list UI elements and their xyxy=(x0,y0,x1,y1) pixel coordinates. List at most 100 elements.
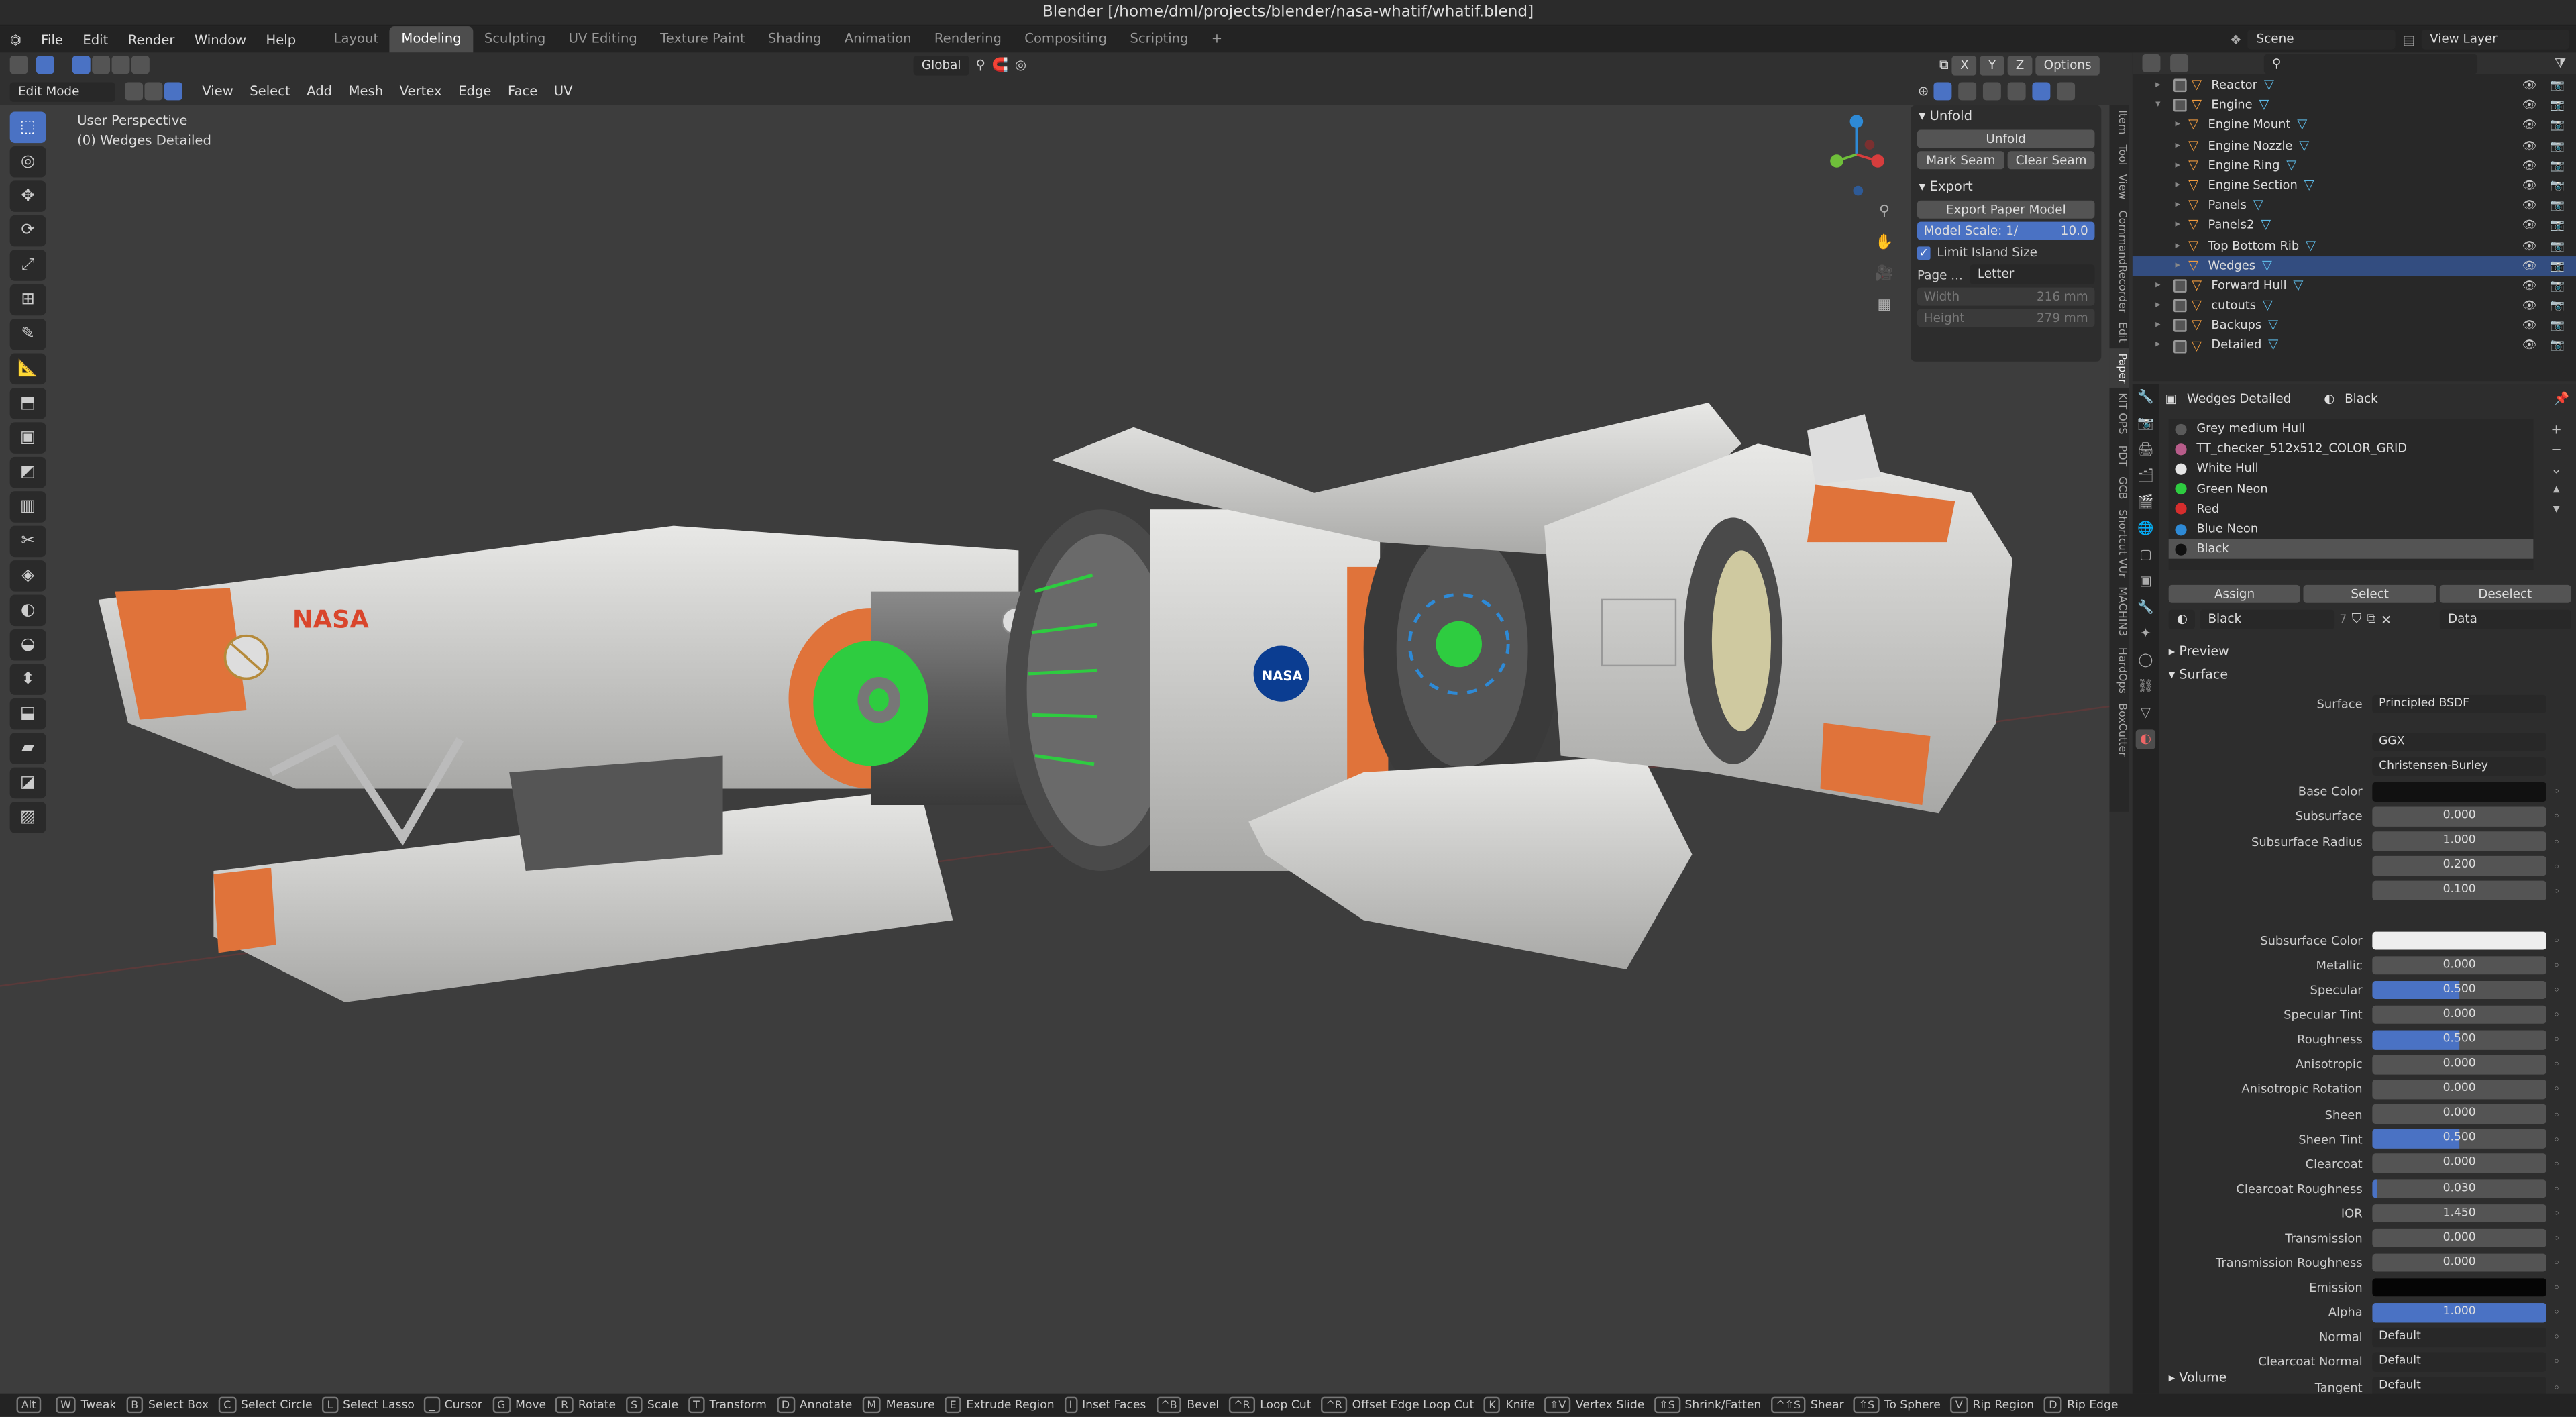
property-value-clearcoat[interactable]: 0.000 xyxy=(2372,1154,2546,1173)
keyframe-icon[interactable]: ◦ xyxy=(2553,1131,2561,1146)
expand-icon[interactable]: ▸ xyxy=(2155,316,2169,336)
menu-window[interactable]: Window xyxy=(184,32,256,47)
sidebar-tab-shortcut-vur[interactable]: Shortcut VUr xyxy=(2110,504,2129,582)
outliner-item-engine-mount[interactable]: ▸ ▽ Engine Mount ▽ 👁 📷 xyxy=(2133,115,2576,136)
options-button[interactable]: Options xyxy=(2035,55,2100,75)
keyframe-icon[interactable]: ◦ xyxy=(2553,1008,2561,1022)
transform-tool-icon[interactable]: ⊞ xyxy=(9,284,46,316)
loop-cut-tool-icon[interactable]: ▥ xyxy=(9,491,46,523)
measure-tool-icon[interactable]: 📐 xyxy=(9,353,46,385)
snap-icon[interactable]: 🧲 xyxy=(992,58,1008,72)
properties-tab-particles-icon[interactable]: ✦ xyxy=(2136,625,2155,644)
visibility-icon[interactable]: 👁 📷 xyxy=(2522,256,2570,276)
property-value-normal[interactable]: Default xyxy=(2372,1328,2546,1347)
blender-logo-icon[interactable]: ⏣ xyxy=(0,32,31,47)
cursor-tool-icon[interactable]: ◎ xyxy=(9,146,46,178)
property-value-ior[interactable]: 1.450 xyxy=(2372,1204,2546,1223)
visibility-icon[interactable]: 👁 📷 xyxy=(2522,216,2570,236)
outliner-item-engine-section[interactable]: ▸ ▽ Engine Section ▽ 👁 📷 xyxy=(2133,176,2576,196)
properties-tab-object-icon[interactable]: ▣ xyxy=(2136,572,2155,591)
property-value-roughness[interactable]: 0.500 xyxy=(2372,1030,2546,1049)
duplicate-icon[interactable]: ⧉ xyxy=(2367,611,2376,627)
outliner-item-engine-nozzle[interactable]: ▸ ▽ Engine Nozzle ▽ 👁 📷 xyxy=(2133,136,2576,156)
sidebar-tab-view[interactable]: View xyxy=(2110,170,2129,205)
xray-toggle[interactable] xyxy=(1958,82,1977,101)
tab-sculpting[interactable]: Sculpting xyxy=(473,26,557,52)
expand-icon[interactable]: ▸ xyxy=(2175,156,2188,176)
expand-icon[interactable]: ▸ xyxy=(2175,115,2188,136)
unfold-panel-header[interactable]: ▾ Unfold xyxy=(1911,105,2101,127)
sidebar-tab-hardops[interactable]: HardOps xyxy=(2110,642,2129,698)
properties-tab-modifier-icon[interactable]: 🔧 xyxy=(2136,598,2155,617)
properties-tab-collection-icon[interactable]: ▢ xyxy=(2136,545,2155,565)
annotate-tool-icon[interactable]: ✎ xyxy=(9,319,46,350)
material-name-field[interactable]: Black xyxy=(2200,609,2335,629)
deselect-button[interactable]: Deselect xyxy=(2438,584,2571,603)
outliner-item-backups[interactable]: ▸ ▽ Backups ▽ 👁 📷 xyxy=(2133,316,2576,336)
sidebar-tab-edit[interactable]: Edit xyxy=(2110,318,2129,349)
keyframe-icon[interactable]: ◦ xyxy=(2553,1230,2561,1245)
keyframe-icon[interactable]: ◦ xyxy=(2553,1330,2561,1345)
property-value-sheen-tint[interactable]: 0.500 xyxy=(2372,1129,2546,1149)
visibility-icon[interactable]: 👁 📷 xyxy=(2522,96,2570,116)
properties-tab-physics-icon[interactable]: ◯ xyxy=(2136,651,2155,670)
outliner-item-panels[interactable]: ▸ ▽ Panels ▽ 👁 📷 xyxy=(2133,196,2576,216)
property-value-specular-tint[interactable]: 0.000 xyxy=(2372,1005,2546,1025)
subsurface-method-dropdown[interactable]: Christensen-Burley xyxy=(2372,757,2546,777)
sidebar-tab-pdt[interactable]: PDT xyxy=(2110,440,2129,471)
expand-icon[interactable]: ▸ xyxy=(2155,296,2169,316)
volume-panel-header[interactable]: ▸ Volume xyxy=(2169,1367,2571,1390)
bevel-tool-icon[interactable]: ◩ xyxy=(9,456,46,488)
outliner-search-input[interactable]: ⚲ xyxy=(2263,53,2478,73)
select-mode-button[interactable] xyxy=(36,56,54,74)
menu-face[interactable]: Face xyxy=(500,84,546,99)
property-value-specular[interactable]: 0.500 xyxy=(2372,980,2546,1000)
material-slot-green-neon[interactable]: Green Neon xyxy=(2169,479,2534,499)
expand-icon[interactable]: ▸ xyxy=(2155,336,2169,356)
pivot-icon[interactable]: ⚲ xyxy=(976,58,985,72)
extrude-region-tool-icon[interactable]: ⬒ xyxy=(9,387,46,419)
menu-select[interactable]: Select xyxy=(241,84,299,99)
material-slot-red[interactable]: Red xyxy=(2169,499,2534,519)
keyframe-icon[interactable]: ◦ xyxy=(2553,1033,2561,1047)
proportional-icon[interactable]: ◎ xyxy=(1015,58,1026,72)
export-paper-model-button[interactable]: Export Paper Model xyxy=(1917,200,2095,219)
property-value-anisotropic-rotation[interactable]: 0.000 xyxy=(2372,1080,2546,1099)
property-value-emission[interactable] xyxy=(2372,1278,2546,1298)
expand-icon[interactable]: ▸ xyxy=(2175,196,2188,216)
tab-uv-editing[interactable]: UV Editing xyxy=(557,26,648,52)
remove-slot-button[interactable]: − xyxy=(2546,440,2566,460)
editor-type-button[interactable] xyxy=(9,56,28,74)
properties-tab-material-icon[interactable]: ◐ xyxy=(2135,729,2156,749)
move-down-icon[interactable]: ▾ xyxy=(2546,499,2566,519)
keyframe-icon[interactable]: ◦ xyxy=(2553,784,2561,799)
expand-icon[interactable]: ▾ xyxy=(2155,96,2169,116)
property-value-subsurface-radius[interactable]: 1.000 xyxy=(2372,831,2546,851)
visibility-icon[interactable]: 👁 📷 xyxy=(2522,196,2570,216)
surface-shader-field[interactable]: Principled BSDF xyxy=(2372,694,2546,714)
spin-tool-icon[interactable]: ◐ xyxy=(9,594,46,627)
tab-layout[interactable]: Layout xyxy=(322,26,390,52)
keyframe-icon[interactable]: ◦ xyxy=(2553,1107,2561,1122)
properties-tab-output-icon[interactable]: 🖨 xyxy=(2136,440,2155,460)
inset-faces-tool-icon[interactable]: ▣ xyxy=(9,422,46,454)
mode-dropdown[interactable]: Edit Mode xyxy=(9,81,115,101)
visibility-icon[interactable]: 👁 📷 xyxy=(2522,156,2570,176)
camera-icon[interactable]: 🎥 xyxy=(1873,260,1896,291)
shrink-fatten-tool-icon[interactable]: ⬓ xyxy=(9,698,46,730)
menu-edge[interactable]: Edge xyxy=(450,84,500,99)
visibility-icon[interactable]: 👁 📷 xyxy=(2522,296,2570,316)
gizmo-icon[interactable]: ⊕ xyxy=(1918,84,1929,99)
keyframe-icon[interactable]: ◦ xyxy=(2553,834,2561,849)
outliner-item-forward-hull[interactable]: ▸ ▽ Forward Hull ▽ 👁 📷 xyxy=(2133,276,2576,296)
pan-hand-icon[interactable]: ✋ xyxy=(1873,228,1896,260)
tab-animation[interactable]: Animation xyxy=(833,26,923,52)
keyframe-icon[interactable]: ◦ xyxy=(2553,1181,2561,1196)
menu-file[interactable]: File xyxy=(31,32,72,47)
material-slot-blue-neon[interactable]: Blue Neon xyxy=(2169,519,2534,539)
keyframe-icon[interactable]: ◦ xyxy=(2553,884,2561,898)
navigation-gizmo[interactable] xyxy=(1820,112,1902,197)
collection-checkbox[interactable] xyxy=(2174,279,2187,293)
properties-tab-constraints-icon[interactable]: ⛓ xyxy=(2136,677,2155,696)
select-box-tool-icon[interactable]: ⬚ xyxy=(9,111,46,144)
